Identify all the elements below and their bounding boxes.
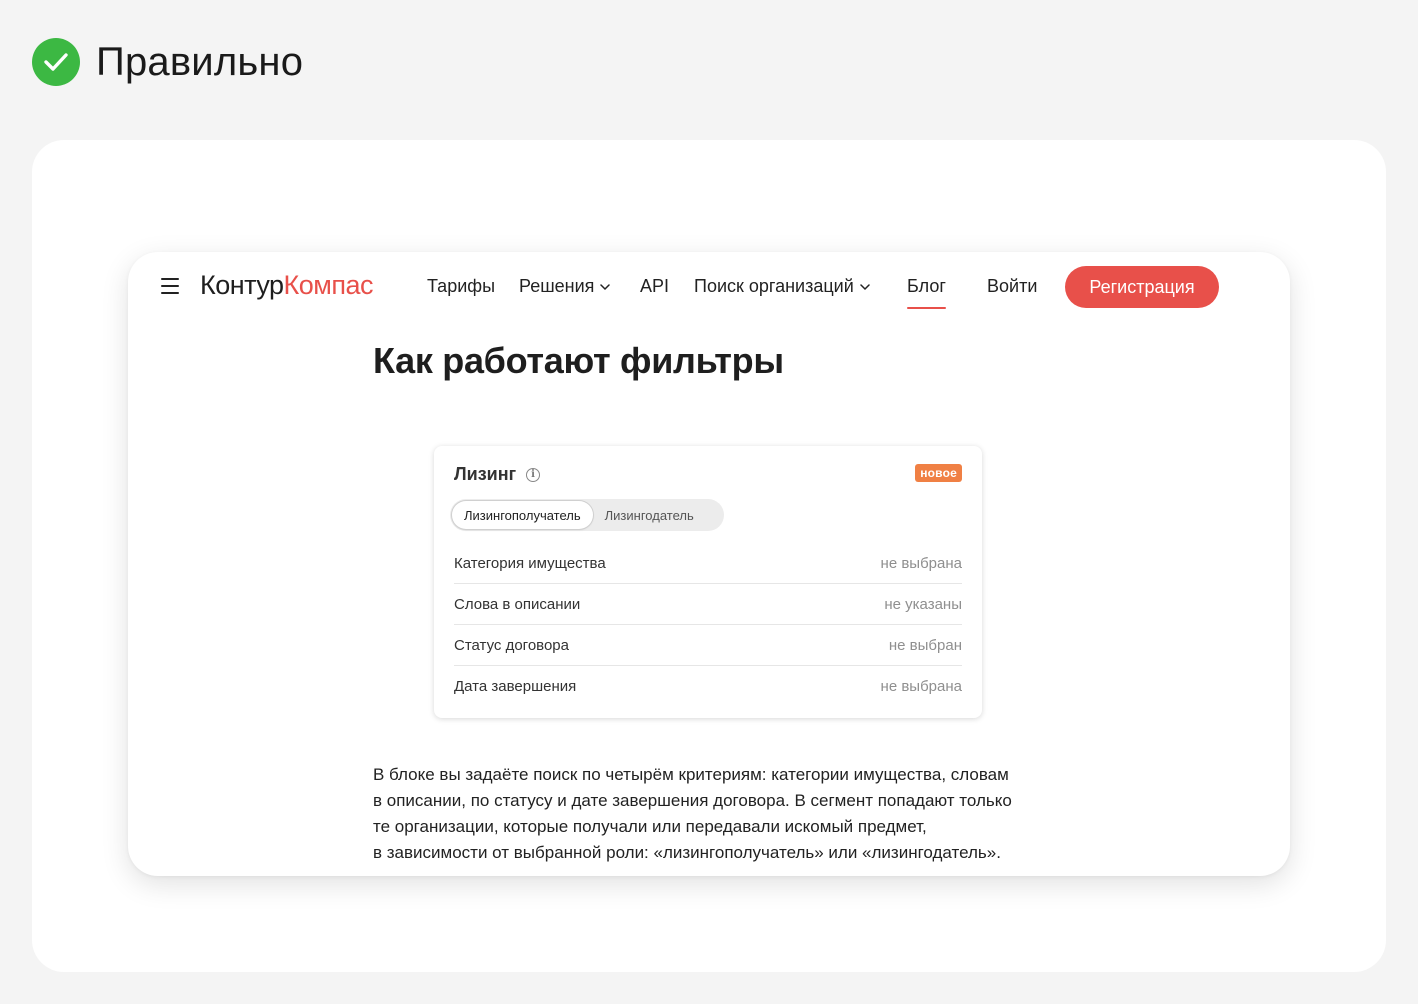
nav-item-label: Блог: [907, 276, 946, 296]
filter-row-value: не выбрана: [880, 677, 962, 695]
logo-part-kompas: Компас: [283, 270, 374, 300]
description-line: в описании, по статусу и дате завершения…: [373, 791, 1012, 810]
new-badge: новое: [915, 464, 962, 482]
filter-row-value: не указаны: [884, 595, 962, 613]
login-link[interactable]: Войти: [987, 276, 1037, 297]
chevron-down-icon: [860, 283, 870, 290]
page-title: Как работают фильтры: [373, 340, 784, 381]
nav-item-label: Тарифы: [427, 276, 496, 296]
filter-title-text: Лизинг: [454, 464, 517, 484]
nav-item-solutions[interactable]: Решения: [519, 276, 611, 297]
site-logo[interactable]: КонтурКомпас: [200, 270, 374, 301]
description-line: те организации, которые получали или пер…: [373, 817, 927, 836]
filter-row-contract-status[interactable]: Статус договора не выбран: [454, 625, 962, 666]
nav-item-label: Поиск организаций: [694, 276, 854, 296]
example-header: Правильно: [32, 38, 303, 86]
role-lessee-tab[interactable]: Лизингополучатель: [452, 501, 593, 529]
nav-item-blog[interactable]: Блог: [907, 276, 946, 309]
filter-row-label: Статус договора: [454, 636, 569, 654]
role-lessor-tab[interactable]: Лизингодатель: [593, 501, 706, 529]
filter-row-keywords[interactable]: Слова в описании не указаны: [454, 584, 962, 625]
filter-rows: Категория имущества не выбрана Слова в о…: [454, 543, 962, 706]
nav-item-api[interactable]: API: [640, 276, 669, 297]
nav-item-label: Решения: [519, 276, 595, 296]
background-frame: Правильно КонтурКомпас Тарифы Решения AP…: [0, 0, 1418, 1004]
register-button[interactable]: Регистрация: [1065, 266, 1219, 308]
role-switch: Лизингополучатель Лизингодатель: [450, 499, 724, 531]
logo-part-kontur: Контур: [200, 270, 284, 300]
filter-row-end-date[interactable]: Дата завершения не выбрана: [454, 666, 962, 706]
filter-row-value: не выбрана: [880, 554, 962, 572]
filter-title: Лизинг i: [454, 464, 541, 485]
chevron-down-icon: [600, 283, 611, 290]
active-nav-underline: [907, 307, 946, 309]
nav-item-org-search[interactable]: Поиск организаций: [694, 276, 870, 297]
description-line: В блоке вы задаёте поиск по четырём крит…: [373, 765, 1009, 784]
description-paragraph: В блоке вы задаёте поиск по четырём крит…: [373, 762, 1063, 866]
filter-row-label: Дата завершения: [454, 677, 577, 695]
leasing-filter-card: Лизинг i новое Лизингополучатель Лизинго…: [434, 446, 982, 718]
nav-item-tariffs[interactable]: Тарифы: [427, 276, 495, 297]
site-screenshot: КонтурКомпас Тарифы Решения API Поиск ор…: [128, 252, 1290, 876]
filter-row-label: Категория имущества: [454, 554, 606, 572]
nav-item-label: API: [640, 276, 670, 296]
site-navbar: КонтурКомпас Тарифы Решения API Поиск ор…: [128, 266, 1290, 310]
hamburger-icon[interactable]: [161, 278, 179, 294]
filter-row-label: Слова в описании: [454, 595, 581, 613]
filter-row-value: не выбран: [888, 636, 962, 654]
check-circle-icon: [32, 38, 80, 86]
info-icon[interactable]: i: [526, 467, 541, 482]
example-title: Правильно: [96, 39, 304, 84]
nav-item-label: Войти: [987, 276, 1038, 296]
description-line: в зависимости от выбранной роли: «лизинг…: [373, 843, 1001, 862]
filter-row-category[interactable]: Категория имущества не выбрана: [454, 543, 962, 584]
